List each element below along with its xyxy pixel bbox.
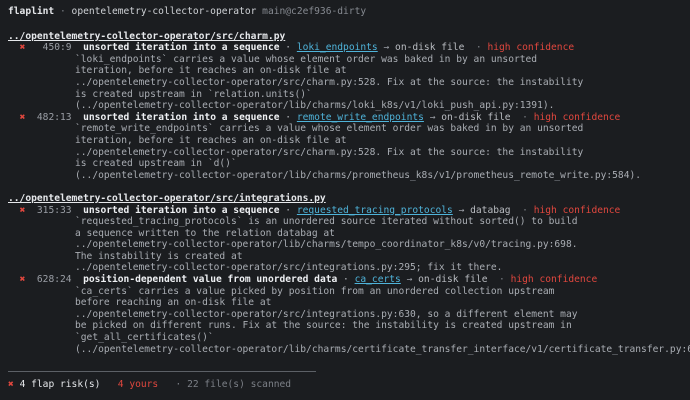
finding-header: ✖ 482:13 unsorted iteration into a seque… <box>19 111 621 123</box>
file-path-link[interactable]: ../opentelemetry-collector-operator/src/… <box>8 31 682 43</box>
finding-title: unsorted iteration into a sequence <box>83 111 280 123</box>
finding-detail-line: ../opentelemetry-collector-operator/src/… <box>75 308 578 320</box>
finding-detail-line: be picked on different runs. Fix at the … <box>75 320 572 332</box>
finding-detail-line: (../opentelemetry-collector-operator/lib… <box>75 100 555 112</box>
finding-detail-line: iteration, before it reaches an on-disk … <box>75 65 347 77</box>
sink-kind: on-disk file <box>418 274 488 286</box>
finding-detail-line: before reaching an on-disk file at <box>75 297 272 309</box>
finding-detail-line: ../opentelemetry-collector-operator/src/… <box>75 76 584 88</box>
finding-header: ✖ 450:9 unsorted iteration into a sequen… <box>19 42 575 54</box>
flow-arrow: → <box>377 42 396 54</box>
separator-dot: · <box>499 274 505 286</box>
symbol-link[interactable]: requested_tracing_protocols <box>297 205 453 216</box>
finding-detail-line: (../opentelemetry-collector-operator/lib… <box>75 169 642 181</box>
symbol-link[interactable]: remote_write_endpoints <box>297 112 424 123</box>
app-name: flaplint <box>8 6 55 17</box>
finding-header: ✖ 628:24 position-dependent value from u… <box>19 274 598 286</box>
file-path-link[interactable]: ../opentelemetry-collector-operator/src/… <box>8 193 682 205</box>
footer-rule <box>8 371 316 372</box>
git-ref: main@c2ef936-dirty <box>262 6 367 17</box>
confidence-badge: high confidence <box>533 204 621 216</box>
error-icon: ✖ <box>8 379 14 390</box>
flow-arrow: → <box>400 274 419 286</box>
finding-detail-line: `requested_tracing_protocols` is an unor… <box>75 216 578 228</box>
finding-location[interactable]: 482:13 <box>37 112 72 123</box>
finding-detail-line: `get_all_certificates()` <box>75 332 214 344</box>
header-line: flaplint · opentelemetry-collector-opera… <box>8 6 682 18</box>
error-icon: ✖ <box>19 274 26 286</box>
yours-count: 4 yours <box>117 379 159 390</box>
finding-detail-line: iteration, before it reaches an on-disk … <box>75 134 347 146</box>
finding-detail-line: is created upstream in `relation.units()… <box>75 88 312 100</box>
finding-location[interactable]: 315:33 <box>37 205 72 216</box>
finding-title: position-dependent value from unordered … <box>83 274 338 286</box>
confidence-badge: high confidence <box>533 111 621 123</box>
sink-kind: on-disk file <box>395 42 465 54</box>
finding-location[interactable]: 628:24 <box>37 274 72 285</box>
repo-name: opentelemetry-collector-operator <box>71 6 257 17</box>
finding-title: unsorted iteration into a sequence <box>83 42 280 54</box>
flow-arrow: → <box>452 204 471 216</box>
file-group: ../opentelemetry-collector-operator/src/… <box>8 31 682 182</box>
finding-detail-line: ../opentelemetry-collector-operator/lib/… <box>75 239 578 251</box>
files-scanned: · 22 file(s) scanned <box>175 379 292 390</box>
sink-kind: on-disk file <box>441 111 511 123</box>
flap-risk-count: 4 flap risk(s) <box>19 379 101 390</box>
file-group: ../opentelemetry-collector-operator/src/… <box>8 193 690 355</box>
finding-detail-line: `ca_certs` carries a value picked by pos… <box>75 285 555 297</box>
finding-location[interactable]: 450:9 <box>43 42 72 53</box>
sink-kind: databag <box>470 204 511 216</box>
finding-detail-line: ../opentelemetry-collector-operator/src/… <box>75 146 584 158</box>
finding-detail-line: `remote_write_endpoints` carries a value… <box>75 123 584 135</box>
finding-detail-line: `loki_endpoints` carries a value whose e… <box>75 53 538 65</box>
results-list: ../opentelemetry-collector-operator/src/… <box>8 31 690 356</box>
separator-dot: · <box>475 42 482 54</box>
finding-header: ✖ 315:33 unsorted iteration into a seque… <box>19 204 621 216</box>
finding-detail-line: ../opentelemetry-collector-operator/src/… <box>75 262 503 274</box>
error-icon: ✖ <box>19 111 26 123</box>
symbol-link[interactable]: ca_certs <box>355 274 401 285</box>
confidence-badge: high confidence <box>487 42 575 54</box>
finding-detail-line: a sequence written to the relation datab… <box>75 227 335 239</box>
finding-title: unsorted iteration into a sequence <box>83 204 280 216</box>
confidence-badge: high confidence <box>510 274 598 286</box>
separator-dot: · <box>522 204 528 216</box>
header-separator: · <box>54 6 72 17</box>
finding-detail-line: The instability is created at <box>75 250 243 262</box>
error-icon: ✖ <box>19 204 26 216</box>
finding-detail-line: (../opentelemetry-collector-operator/lib… <box>75 343 690 355</box>
symbol-link[interactable]: loki_endpoints <box>297 42 378 53</box>
summary-line: ✖ 4 flap risk(s) 4 yours · 22 file(s) sc… <box>8 379 291 391</box>
terminal-window: flaplint · opentelemetry-collector-opera… <box>0 0 690 400</box>
flow-arrow: → <box>423 111 442 123</box>
finding-detail-line: is created upstream in `d()` <box>75 158 237 170</box>
error-icon: ✖ <box>19 42 26 54</box>
separator-dot: · <box>522 111 528 123</box>
